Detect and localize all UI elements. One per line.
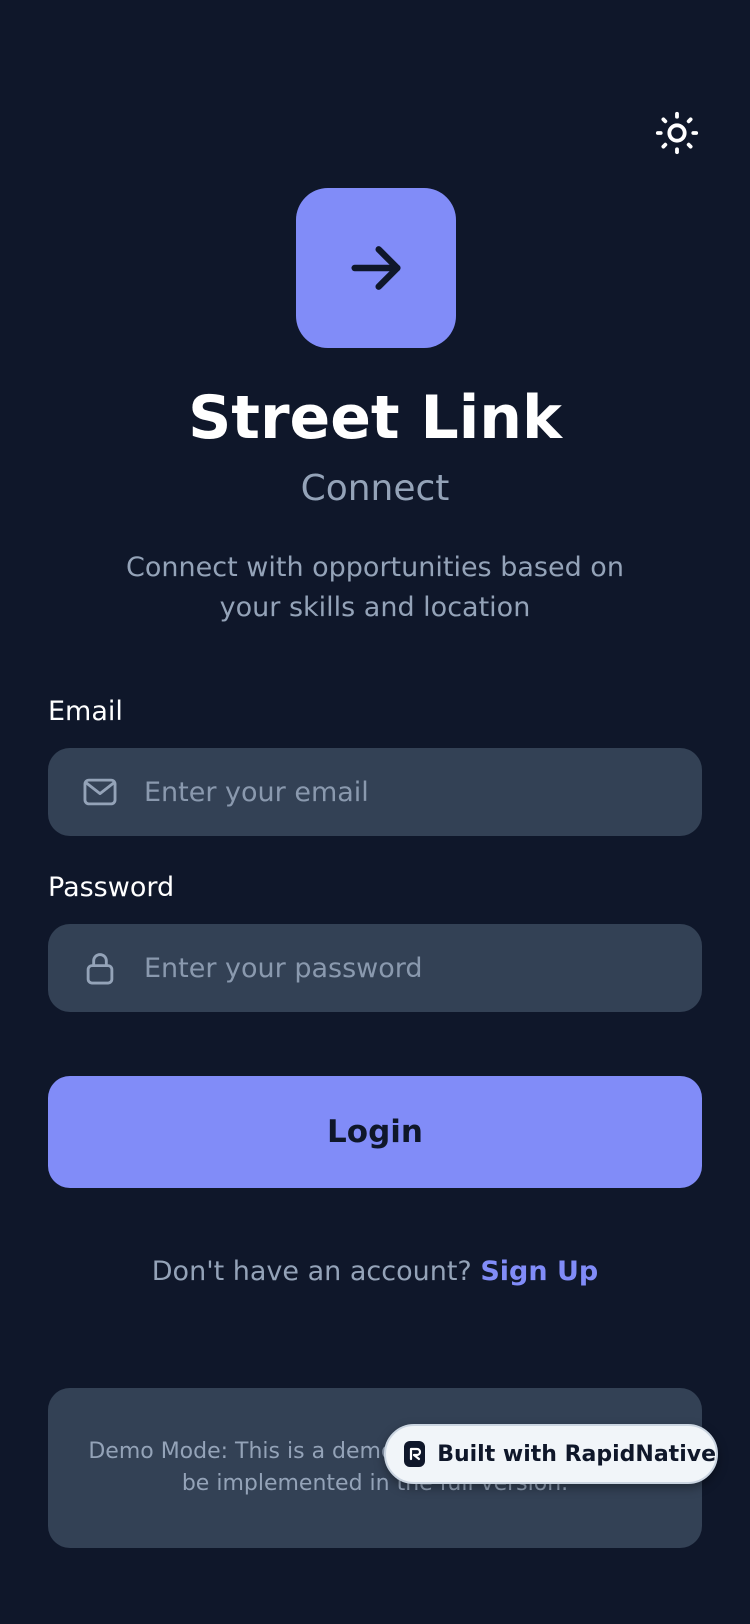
sun-icon (655, 111, 699, 155)
arrow-right-icon (351, 246, 401, 290)
email-input[interactable] (144, 748, 702, 836)
app-tagline: Connect with opportunities based on your… (126, 552, 624, 623)
signup-prompt: Don't have an account? Sign Up (0, 1252, 750, 1292)
email-field[interactable] (48, 748, 702, 836)
rapidnative-logo-icon (404, 1441, 426, 1467)
password-field[interactable] (48, 924, 702, 1012)
signup-prompt-text: Don't have an account? (151, 1256, 481, 1287)
app-title: Street Link (188, 383, 562, 453)
login-screen: Street Link Connect Connect with opportu… (0, 0, 750, 1624)
email-label: Email (48, 696, 123, 727)
password-label: Password (48, 872, 175, 903)
password-input[interactable] (144, 924, 702, 1012)
login-button[interactable]: Login (48, 1076, 702, 1188)
app-logo (296, 188, 456, 348)
mail-icon (80, 772, 120, 812)
signup-link[interactable]: Sign Up (480, 1256, 598, 1287)
badge-label: Built with RapidNative (437, 1441, 716, 1467)
app-subtitle: Connect (300, 468, 450, 509)
theme-toggle-button[interactable] (652, 108, 702, 158)
lock-icon (80, 948, 120, 988)
built-with-badge[interactable]: Built with RapidNative (384, 1424, 718, 1484)
